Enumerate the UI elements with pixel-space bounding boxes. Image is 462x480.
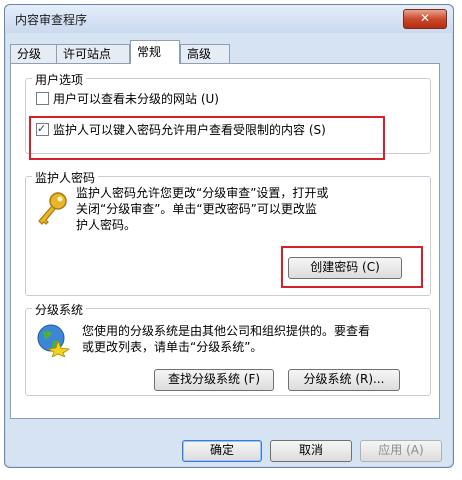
rating-systems-button[interactable]: 分级系统 (R)...	[288, 369, 400, 391]
rating-desc-line2: 或更改列表，请单击“分级系统”。	[82, 340, 263, 354]
tab-ratings[interactable]: 分级	[10, 44, 58, 63]
password-desc-line3: 护人密码。	[76, 218, 137, 232]
user-options-legend: 用户选项	[32, 71, 87, 88]
supervisor-password-legend: 监护人密码	[32, 169, 99, 186]
allow-unrated-checkbox[interactable]	[36, 92, 49, 105]
rating-desc-line1: 您使用的分级系统是由其他公司和组织提供的。要查看	[82, 324, 371, 338]
ok-button[interactable]: 确定	[182, 440, 262, 462]
find-rating-systems-button[interactable]: 查找分级系统 (F)	[154, 369, 274, 391]
rating-systems-legend: 分级系统	[32, 301, 87, 318]
cancel-button[interactable]: 取消	[270, 440, 352, 462]
title-bar: 内容审查程序 ✕	[5, 5, 453, 33]
rating-systems-group: 分级系统 您使用的分级系统是由其他公司和组织提供的。要查看 或更改列表，请单击“…	[25, 301, 431, 396]
option-highlight-box	[29, 116, 385, 160]
password-desc-line1: 监护人密码允许您更改“分级审查”设置，打开或	[76, 186, 329, 200]
allow-unrated-label: 用户可以查看未分级的网站 (U)	[53, 92, 219, 106]
password-desc-line2: 关闭“分级审查”。单击“更改密码”可以更改监	[76, 202, 317, 216]
tab-general[interactable]: 常规	[130, 40, 180, 64]
tab-advanced[interactable]: 高级	[180, 44, 230, 63]
tab-panel-general: 用户选项 用户可以查看未分级的网站 (U) 监护人可以键入密码允许用户查看受限制…	[10, 63, 440, 419]
create-password-highlight-box	[281, 246, 423, 288]
key-icon	[38, 192, 67, 225]
close-button[interactable]: ✕	[403, 9, 447, 29]
window-title: 内容审查程序	[15, 13, 88, 27]
allow-unrated-option[interactable]: 用户可以查看未分级的网站 (U)	[36, 91, 219, 107]
tab-approved-sites[interactable]: 许可站点	[56, 44, 130, 63]
globe-certificate-icon	[37, 324, 70, 357]
apply-button[interactable]: 应用 (A)	[360, 440, 442, 462]
